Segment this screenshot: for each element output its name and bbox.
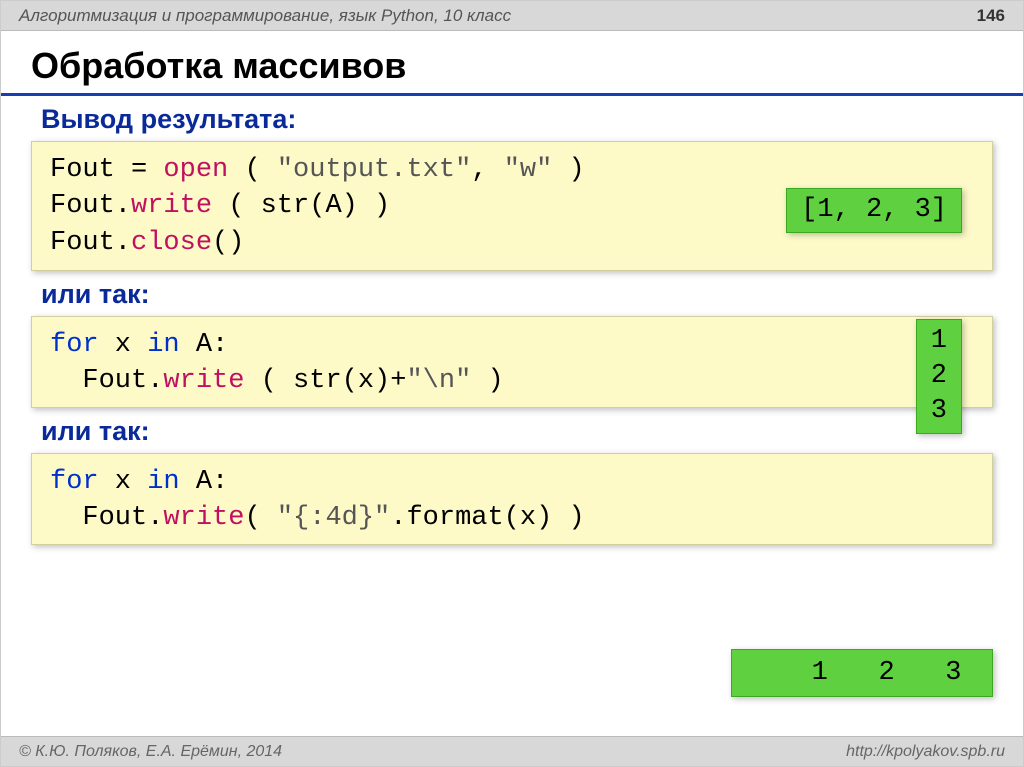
section-heading-2: или так:: [41, 279, 993, 310]
code-block-3: for x in A: Fout.write( "{:4d}".format(x…: [31, 453, 993, 545]
slide-header: Алгоритмизация и программирование, язык …: [1, 1, 1023, 31]
footer-url: http://kpolyakov.spb.ru: [846, 743, 1005, 761]
code-block-2: for x in A: Fout.write ( str(x)+"\n" ) 1…: [31, 316, 993, 408]
output-box-2: 1 2 3: [916, 319, 962, 434]
section-heading-3: или так:: [41, 416, 993, 447]
section-heading-1: Вывод результата:: [41, 104, 993, 135]
output-box-3: 1 2 3: [731, 649, 993, 697]
slide-footer: © К.Ю. Поляков, Е.А. Ерёмин, 2014 http:/…: [1, 736, 1023, 766]
slide: Алгоритмизация и программирование, язык …: [0, 0, 1024, 767]
course-title: Алгоритмизация и программирование, язык …: [19, 6, 511, 26]
page-title: Обработка массивов: [1, 31, 1023, 96]
code-block-1: Fout = open ( "output.txt", "w" ) Fout.w…: [31, 141, 993, 271]
output-box-1: [1, 2, 3]: [786, 188, 962, 233]
content-area: Вывод результата: Fout = open ( "output.…: [1, 104, 1023, 545]
copyright-text: © К.Ю. Поляков, Е.А. Ерёмин, 2014: [19, 743, 282, 761]
page-number: 146: [977, 6, 1005, 26]
